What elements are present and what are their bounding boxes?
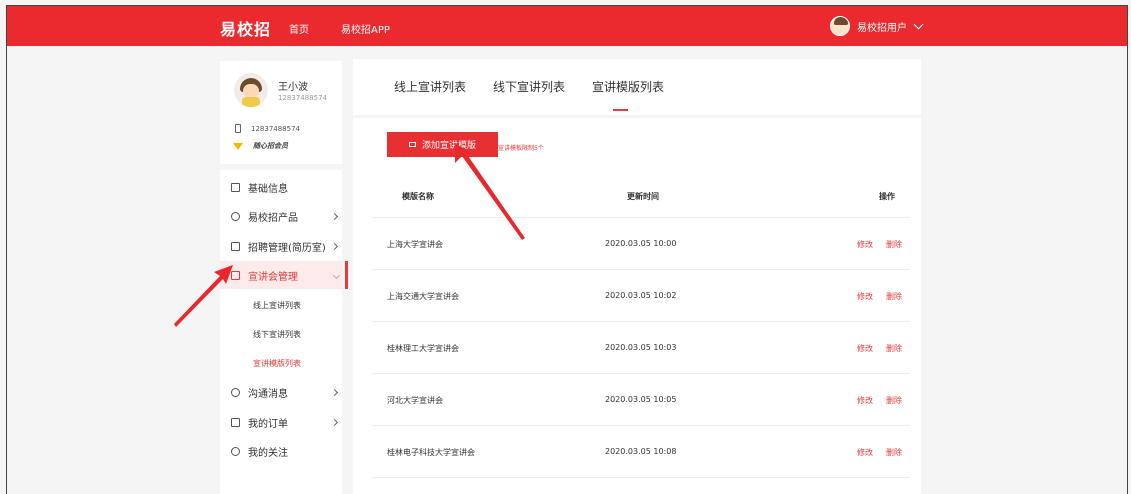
add-template-label: 添加宣讲模版 <box>421 141 476 151</box>
delete-link[interactable]: 删除 <box>886 447 902 458</box>
add-icon <box>408 142 416 147</box>
sidebar-item-seminar[interactable]: 宣讲会管理 <box>220 261 348 289</box>
edit-link[interactable]: 修改 <box>857 447 873 458</box>
order-icon <box>231 417 240 427</box>
tab-online-list[interactable]: 线上宣讲列表 <box>394 78 466 95</box>
sidebar-item-label: 易校招产品 <box>248 212 298 224</box>
profile-card: 王小波 12837488574 12837488574 随心招会员 <box>220 61 342 164</box>
template-name: 桂林理工大学宣讲会 <box>387 344 459 353</box>
delete-link[interactable]: 删除 <box>886 343 902 354</box>
sidebar-item-products[interactable]: 易校招产品 <box>220 202 342 230</box>
sidebar-item-orders[interactable]: 我的订单 <box>220 408 342 436</box>
template-limit-hint: 宣讲模板限制5个 <box>498 145 544 152</box>
profile-phone: 12837488574 <box>278 94 327 102</box>
cube-icon <box>231 211 240 221</box>
heart-icon <box>231 446 240 456</box>
delete-link[interactable]: 删除 <box>886 239 902 250</box>
sidebar-item-messages[interactable]: 沟通消息 <box>220 378 342 406</box>
sidebar-item-favorites[interactable]: 我的关注 <box>220 437 342 465</box>
table-row: 上海交通大学宣讲会 2020.03.05 10:02 修改 删除 <box>372 269 910 321</box>
user-avatar <box>830 16 850 36</box>
table-row: 河北大学宣讲会 2020.03.05 10:05 修改 删除 <box>372 373 910 425</box>
table-row: 上海大学宣讲会 2020.03.05 10:00 修改 删除 <box>372 217 910 269</box>
org-chart-icon <box>231 241 240 251</box>
chevron-down-icon <box>332 271 341 279</box>
sidebar-menu: 基础信息 易校招产品 招聘管理(简历室) 宣讲会管理 线上宣讲列表 线下宣讲列表… <box>220 170 348 494</box>
avatar <box>234 73 268 107</box>
edit-link[interactable]: 修改 <box>857 395 873 406</box>
phone-row: 12837488574 <box>235 124 300 133</box>
column-header-actions: 操作 <box>879 192 895 201</box>
sidebar-item-basic-info[interactable]: 基础信息 <box>220 173 342 201</box>
table-row-divider <box>372 477 910 494</box>
update-time: 2020.03.05 10:08 <box>605 447 677 456</box>
update-time: 2020.03.05 10:03 <box>605 343 677 352</box>
add-template-button[interactable]: 添加宣讲模版 <box>387 132 498 157</box>
sidebar-item-label: 宣讲会管理 <box>248 271 298 283</box>
template-panel: 添加宣讲模版 宣讲模板限制5个 模版名称 更新时间 操作 上海大学宣讲会 202… <box>353 118 921 494</box>
tab-bar: 线上宣讲列表 线下宣讲列表 宣讲模版列表 <box>353 59 921 115</box>
sidebar-item-label: 招聘管理(简历室) <box>248 242 326 254</box>
document-icon <box>231 182 240 192</box>
template-name: 河北大学宣讲会 <box>387 396 443 405</box>
chevron-right-icon <box>330 388 339 396</box>
update-time: 2020.03.05 10:02 <box>605 291 677 300</box>
top-bar: 易校招 首页 易校招APP 易校招用户 <box>7 6 1127 46</box>
table-row: 桂林理工大学宣讲会 2020.03.05 10:03 修改 删除 <box>372 321 910 373</box>
tab-offline-list[interactable]: 线下宣讲列表 <box>493 78 565 95</box>
tab-template-list[interactable]: 宣讲模版列表 <box>592 78 664 95</box>
app-window: 易校招 首页 易校招APP 易校招用户 王小波 12837488574 1283… <box>6 5 1128 494</box>
sidebar-item-label: 我的订单 <box>248 418 288 430</box>
bell-icon <box>231 387 240 397</box>
vip-row: 随心招会员 <box>233 141 288 151</box>
sidebar-item-recruitment[interactable]: 招聘管理(简历室) <box>220 232 342 260</box>
edit-link[interactable]: 修改 <box>857 343 873 354</box>
delete-link[interactable]: 删除 <box>886 395 902 406</box>
vip-label: 随心招会员 <box>253 142 288 150</box>
chevron-right-icon <box>330 212 339 220</box>
speaker-icon <box>231 270 240 280</box>
column-header-name: 模版名称 <box>402 192 434 201</box>
edit-link[interactable]: 修改 <box>857 239 873 250</box>
user-menu[interactable]: 易校招用户 <box>830 15 924 37</box>
sidebar-sub-templates[interactable]: 宣讲模版列表 <box>253 358 301 369</box>
edit-link[interactable]: 修改 <box>857 291 873 302</box>
sidebar-sub-online[interactable]: 线上宣讲列表 <box>253 300 301 311</box>
template-name: 上海交通大学宣讲会 <box>387 292 459 301</box>
user-name: 易校招用户 <box>857 22 907 34</box>
diamond-icon <box>233 142 243 150</box>
table-row: 桂林电子科技大学宣讲会 2020.03.05 10:08 修改 删除 <box>372 425 910 477</box>
template-name: 桂林电子科技大学宣讲会 <box>387 448 475 457</box>
brand-logo[interactable]: 易校招 <box>220 16 271 40</box>
chevron-right-icon <box>330 418 339 426</box>
chevron-right-icon <box>330 242 339 250</box>
sidebar-item-label: 基础信息 <box>248 183 288 195</box>
sidebar-item-label: 我的关注 <box>248 447 288 459</box>
sidebar-item-label: 沟通消息 <box>248 388 288 400</box>
delete-link[interactable]: 删除 <box>886 291 902 302</box>
column-header-time: 更新时间 <box>627 192 659 201</box>
active-tab-indicator <box>613 109 628 111</box>
phone-number: 12837488574 <box>251 124 300 133</box>
phone-icon <box>235 124 241 133</box>
update-time: 2020.03.05 10:00 <box>605 239 677 248</box>
update-time: 2020.03.05 10:05 <box>605 395 677 404</box>
template-name: 上海大学宣讲会 <box>387 240 443 249</box>
sidebar-sub-offline[interactable]: 线下宣讲列表 <box>253 329 301 340</box>
nav-home-link[interactable]: 首页 <box>289 21 309 36</box>
profile-name: 王小波 <box>278 82 308 93</box>
nav-app-link[interactable]: 易校招APP <box>341 21 390 36</box>
chevron-down-icon <box>913 19 924 29</box>
